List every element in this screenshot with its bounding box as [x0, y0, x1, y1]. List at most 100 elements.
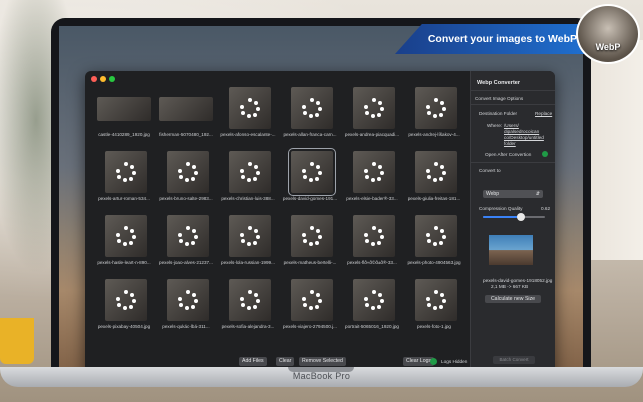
logs-toggle-icon[interactable] [430, 358, 437, 365]
image-tile[interactable]: castle-4410289_1920.jpg [93, 85, 155, 147]
image-thumbnail [291, 87, 333, 129]
loading-spinner-icon [240, 98, 260, 118]
image-tile[interactable]: pexels-viajero-2794500.j... [279, 277, 341, 339]
image-thumbnail [353, 215, 395, 257]
replace-link[interactable]: Replace [535, 111, 552, 116]
loading-spinner-icon [364, 162, 384, 182]
loading-spinner-icon [178, 290, 198, 310]
laptop-model-label: MacBook Pro [292, 371, 351, 381]
image-thumbnail [105, 215, 147, 257]
image-thumbnail [291, 215, 333, 257]
calculate-size-button[interactable]: Calculate new Size [485, 295, 541, 303]
panel-title: Webp Converter [477, 80, 521, 86]
image-thumbnail [229, 87, 271, 129]
chevron-down-icon: ⇵ [535, 191, 540, 197]
loading-spinner-icon [116, 162, 136, 182]
image-tile[interactable]: pexels-lola-russian-1999... [217, 213, 279, 275]
loading-spinner-icon [426, 290, 446, 310]
image-thumbnail [159, 97, 213, 121]
image-tile[interactable]: pexels-joao-alves-21237... [155, 213, 217, 275]
image-filename: pexels-afonso-escalante-... [220, 132, 276, 137]
zoom-button[interactable] [109, 76, 115, 82]
image-filename: pexels-hasle-leart-n-890... [97, 260, 151, 265]
image-tile[interactable]: pexels-christian-luis-388... [217, 149, 279, 211]
loading-spinner-icon [116, 226, 136, 246]
image-filename: pexels-andrea-piacquadi... [344, 132, 400, 137]
image-thumbnail [415, 87, 457, 129]
remove-selected-button[interactable]: Remove Selected [299, 357, 346, 366]
image-filename: pexels-foto-1.jpg [417, 324, 451, 329]
where-path-1[interactable]: /Users/ [504, 123, 519, 128]
image-filename: pexels-sofia-alejandra-3... [221, 324, 275, 329]
image-thumbnail [229, 151, 271, 193]
quality-slider-fill [483, 216, 522, 218]
preview-size: 2,1 MB -> 667 KB [491, 284, 529, 289]
image-tile[interactable]: pexels-foto-1.jpg [403, 277, 465, 339]
where-path-2[interactable]: dipalsedrocoican [504, 129, 539, 134]
image-tile[interactable]: pexels-qukác-lbá-311... [155, 277, 217, 339]
close-button[interactable] [91, 76, 97, 82]
image-tile[interactable]: pexels-giulia-freitas-181... [403, 149, 465, 211]
image-filename: pexels-flð«ð©ð±ð®-33... [347, 260, 397, 265]
add-files-button[interactable]: Add Files [239, 357, 267, 366]
image-tile[interactable]: pexels-elsie-bader®-33... [341, 149, 403, 211]
image-tile[interactable]: pexels-afonso-escalante-... [217, 85, 279, 147]
image-tile[interactable]: pexels-flð«ð©ð±ð®-33... [341, 213, 403, 275]
minimize-button[interactable] [100, 76, 106, 82]
image-thumbnail [229, 279, 271, 321]
loading-spinner-icon [426, 162, 446, 182]
image-thumbnail [415, 151, 457, 193]
open-after-checkbox[interactable] [542, 151, 548, 157]
where-path-3[interactable]: co/Desktop/untitled [504, 135, 544, 140]
where-path-4[interactable]: folder [504, 141, 516, 146]
format-select[interactable]: Webp ⇵ [483, 190, 543, 198]
image-filename: pexels-photo-4904563.jpg [407, 260, 461, 265]
image-filename: pexels-allan-franca-carn... [283, 132, 337, 137]
image-tile[interactable]: pexels-andrej-líšakov-4... [403, 85, 465, 147]
converter-panel: Webp Converter Convert Image Options Des… [470, 71, 555, 376]
app-window: castle-4410289_1920.jpg fisherman-5070480… [85, 71, 555, 376]
loading-spinner-icon [178, 162, 198, 182]
clear-button[interactable]: Clear [276, 357, 295, 366]
loading-spinner-icon [302, 98, 322, 118]
image-filename: pexels-artur-roman-534... [98, 196, 150, 201]
quality-slider-knob[interactable] [517, 213, 526, 221]
quality-label: Compression Quality [479, 206, 523, 211]
image-tile[interactable]: pexels-david-gomes-191... [279, 148, 341, 211]
image-tile[interactable]: pexels-andrea-piacquadi... [341, 85, 403, 147]
open-after-label: Open After Convertion [485, 152, 532, 157]
image-tile[interactable]: pexels-sofia-alejandra-3... [217, 277, 279, 339]
image-filename: pexels-bruno-salte-2983... [159, 196, 213, 201]
image-thumbnail [291, 279, 333, 321]
image-thumbnail [353, 151, 395, 193]
mug-decor [0, 318, 34, 364]
image-filename: castle-4410289_1920.jpg [98, 132, 150, 137]
image-tile[interactable]: fisherman-5070480_192... [155, 85, 217, 147]
image-filename: pexels-pixabay-40504.jpg [97, 324, 151, 329]
image-filename: pexels-qukác-lbá-311... [162, 324, 210, 329]
format-select-value: Webp [486, 191, 499, 197]
promo-banner: Convert your images to WebP [395, 24, 587, 54]
image-tile[interactable]: pexels-matheus-bertelli-... [279, 213, 341, 275]
loading-spinner-icon [302, 290, 322, 310]
image-tile[interactable]: pexels-photo-4904563.jpg [403, 213, 465, 275]
image-thumbnail [105, 279, 147, 321]
quality-value: 0.62 [541, 206, 551, 211]
image-tile[interactable]: pexels-artur-roman-534... [93, 149, 155, 211]
image-tile[interactable]: pexels-allan-franca-carn... [279, 85, 341, 147]
image-filename: pexels-elsie-bader®-33... [346, 196, 398, 201]
image-tile[interactable]: pexels-bruno-salte-2983... [155, 149, 217, 211]
batch-convert-button[interactable]: Batch Convert [493, 356, 535, 364]
where-label: Where: [487, 123, 503, 128]
quality-slider[interactable] [483, 213, 545, 221]
logs-hidden-label: Logs Hidden [441, 359, 468, 364]
image-tile[interactable]: portrait-5065016_1920.jpg [341, 277, 403, 339]
convert-to-label: Convert to [479, 168, 501, 173]
image-tile[interactable]: pexels-pixabay-40504.jpg [93, 277, 155, 339]
loading-spinner-icon [240, 226, 260, 246]
image-filename: pexels-matheus-bertelli-... [283, 260, 337, 265]
loading-spinner-icon [364, 290, 384, 310]
image-tile[interactable]: pexels-hasle-leart-n-890... [93, 213, 155, 275]
preview-image [489, 235, 533, 265]
image-filename: pexels-christian-luis-388... [221, 196, 275, 201]
